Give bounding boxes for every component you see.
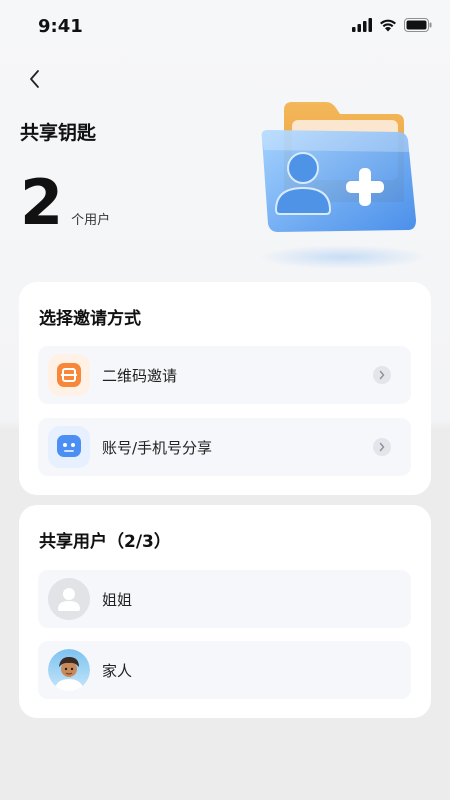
chevron-right-icon <box>373 366 391 384</box>
user-count-unit: 个用户 <box>71 213 111 228</box>
signal-icon <box>352 18 372 32</box>
status-time: 9:41 <box>38 16 83 37</box>
account-phone-share-label: 账号/手机号分享 <box>102 438 213 457</box>
shared-user-name: 姐姐 <box>102 590 133 609</box>
photo-avatar-icon <box>48 649 90 691</box>
shared-user-row[interactable]: 姐姐 <box>38 570 411 628</box>
battery-icon <box>404 18 432 32</box>
status-bar: 9:41 <box>0 0 450 52</box>
qr-code-invite-label: 二维码邀请 <box>102 366 178 385</box>
shared-user-row[interactable]: 家人 <box>38 641 411 699</box>
invite-method-title: 选择邀请方式 <box>39 309 141 329</box>
status-icons <box>352 18 432 32</box>
wifi-icon <box>380 19 396 32</box>
invite-method-card: 选择邀请方式 二维码邀请 账号/手机号分享 <box>19 282 431 495</box>
account-share-icon <box>48 426 90 468</box>
shared-user-name: 家人 <box>102 661 133 680</box>
default-avatar-icon <box>48 578 90 620</box>
user-count-number: 2 <box>20 166 64 239</box>
back-button[interactable] <box>18 62 52 96</box>
page-title: 共享钥匙 <box>20 122 97 144</box>
shared-folder-illustration <box>258 102 428 269</box>
account-phone-share-option[interactable]: 账号/手机号分享 <box>38 418 411 476</box>
shared-users-card: 共享用户（2/3） 姐姐 家人 <box>19 505 431 718</box>
chevron-left-icon <box>30 70 39 88</box>
shared-users-title: 共享用户（2/3） <box>39 532 171 552</box>
user-count: 2 个用户 <box>20 172 110 234</box>
chevron-right-icon <box>373 438 391 456</box>
qr-code-icon <box>48 354 90 396</box>
qr-code-invite-option[interactable]: 二维码邀请 <box>38 346 411 404</box>
